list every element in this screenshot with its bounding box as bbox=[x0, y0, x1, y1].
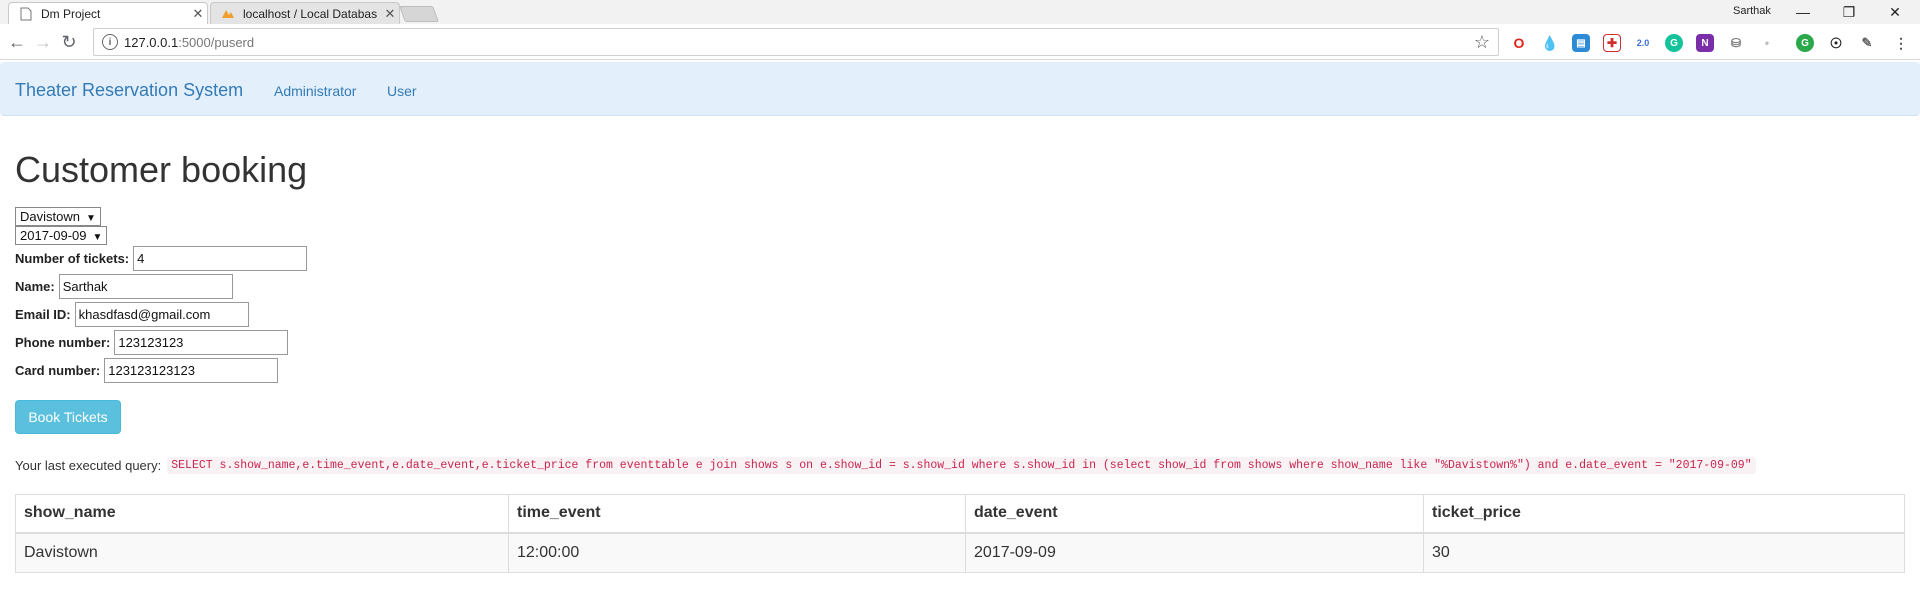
name-input[interactable] bbox=[58, 274, 233, 299]
restore-icon[interactable]: ❐ bbox=[1826, 0, 1872, 24]
results-table: show_name time_event date_event ticket_p… bbox=[15, 494, 1905, 573]
cell-ticket-price: 30 bbox=[1423, 532, 1905, 573]
new-tab-button[interactable] bbox=[399, 6, 439, 22]
profile-name[interactable]: Sarthak bbox=[1733, 5, 1771, 17]
tab-title: localhost / Local Databas bbox=[243, 6, 378, 21]
phone-row: Phone number: bbox=[15, 330, 289, 355]
date-select-value: 2017-09-09 bbox=[20, 228, 87, 243]
cell-date-event: 2017-09-09 bbox=[965, 532, 1424, 573]
nav-administrator[interactable]: Administrator bbox=[274, 83, 356, 99]
window-icon[interactable]: ▤ bbox=[1572, 34, 1590, 52]
last-query: Your last executed query: SELECT s.show_… bbox=[15, 457, 1756, 474]
opera-icon[interactable]: O bbox=[1510, 34, 1528, 52]
phone-input[interactable] bbox=[114, 330, 289, 355]
name-label: Name: bbox=[15, 279, 55, 294]
card-input[interactable] bbox=[104, 358, 279, 383]
book-tickets-button[interactable]: Book Tickets bbox=[15, 400, 121, 434]
tickets-input[interactable] bbox=[133, 246, 308, 271]
query-label: Your last executed query: bbox=[15, 458, 162, 473]
tickets-row: Number of tickets: bbox=[15, 246, 308, 271]
info-icon[interactable]: i bbox=[102, 34, 118, 50]
phpmyadmin-icon bbox=[221, 7, 235, 21]
header-date-event: date_event bbox=[965, 494, 1424, 534]
dot-icon[interactable]: • bbox=[1758, 34, 1776, 52]
table-row: Davistown 12:00:00 2017-09-09 30 bbox=[15, 532, 1905, 573]
show-select[interactable]: Davistown ▼ bbox=[15, 207, 101, 226]
browser-toolbar: ← → ↻ i 127.0.0.1:5000/puserd ☆ O 💧 ▤ ✚ … bbox=[0, 24, 1920, 60]
phone-label: Phone number: bbox=[15, 335, 111, 350]
cell-show-name: Davistown bbox=[15, 532, 509, 573]
name-row: Name: bbox=[15, 274, 233, 299]
tickets-label: Number of tickets: bbox=[15, 251, 130, 266]
chevron-down-icon: ▼ bbox=[85, 213, 96, 224]
close-tab-icon[interactable]: ✕ bbox=[381, 6, 399, 22]
close-tab-icon[interactable]: ✕ bbox=[189, 6, 207, 22]
email-row: Email ID: bbox=[15, 302, 249, 327]
header-time-event: time_event bbox=[508, 494, 966, 534]
browser-tab-bar: Dm Project ✕ localhost / Local Databas ✕… bbox=[0, 0, 1920, 24]
badge-20-icon[interactable]: 2.0 bbox=[1634, 34, 1652, 52]
show-select-value: Davistown bbox=[20, 209, 80, 224]
brand-link[interactable]: Theater Reservation System bbox=[15, 80, 243, 101]
database-icon[interactable]: ⛁ bbox=[1727, 34, 1745, 52]
close-window-icon[interactable]: ✕ bbox=[1872, 0, 1918, 24]
reload-icon[interactable]: ↻ bbox=[59, 32, 79, 52]
cell-time-event: 12:00:00 bbox=[508, 532, 966, 573]
tab-phpmyadmin[interactable]: localhost / Local Databas ✕ bbox=[210, 2, 400, 24]
date-select[interactable]: 2017-09-09 ▼ bbox=[15, 226, 108, 245]
email-input[interactable] bbox=[74, 302, 249, 327]
card-label: Card number: bbox=[15, 363, 101, 378]
url-host: 127.0.0.1 bbox=[124, 34, 179, 50]
tab-title: Dm Project bbox=[41, 6, 101, 21]
nav-user[interactable]: User bbox=[387, 83, 417, 99]
site-navbar: Theater Reservation System Administrator… bbox=[0, 62, 1920, 116]
table-header-row: show_name time_event date_event ticket_p… bbox=[15, 494, 1905, 534]
menu-icon[interactable]: ⋮ bbox=[1892, 34, 1910, 52]
pen-icon[interactable]: ✎ bbox=[1858, 34, 1876, 52]
page-title: Customer booking bbox=[15, 149, 308, 190]
header-show-name: show_name bbox=[15, 494, 509, 534]
raindrop-icon[interactable]: 💧 bbox=[1541, 34, 1559, 52]
grammarly-icon[interactable]: G bbox=[1665, 34, 1683, 52]
github-icon[interactable]: ☉ bbox=[1827, 34, 1845, 52]
url-path: :5000/puserd bbox=[178, 34, 255, 50]
chevron-down-icon: ▼ bbox=[92, 232, 103, 243]
onenote-icon[interactable]: N bbox=[1696, 34, 1714, 52]
forward-icon[interactable]: → bbox=[33, 32, 53, 52]
query-code: SELECT s.show_name,e.time_event,e.date_e… bbox=[167, 457, 1756, 474]
minimize-icon[interactable]: — bbox=[1780, 0, 1826, 24]
card-row: Card number: bbox=[15, 358, 279, 383]
gmail-counter-icon[interactable]: G bbox=[1796, 34, 1814, 52]
email-label: Email ID: bbox=[15, 307, 71, 322]
back-icon[interactable]: ← bbox=[7, 32, 27, 52]
page-icon bbox=[19, 7, 33, 21]
main-content: Customer booking Davistown ▼ 2017-09-09 ▼ … bbox=[15, 149, 1905, 573]
header-ticket-price: ticket_price bbox=[1423, 494, 1905, 534]
bookmark-star-icon[interactable]: ☆ bbox=[1474, 32, 1490, 53]
address-bar[interactable]: i 127.0.0.1:5000/puserd ☆ bbox=[93, 28, 1499, 56]
puzzle-icon[interactable]: ✚ bbox=[1603, 34, 1621, 52]
tab-dm-project[interactable]: Dm Project ✕ bbox=[8, 2, 208, 24]
